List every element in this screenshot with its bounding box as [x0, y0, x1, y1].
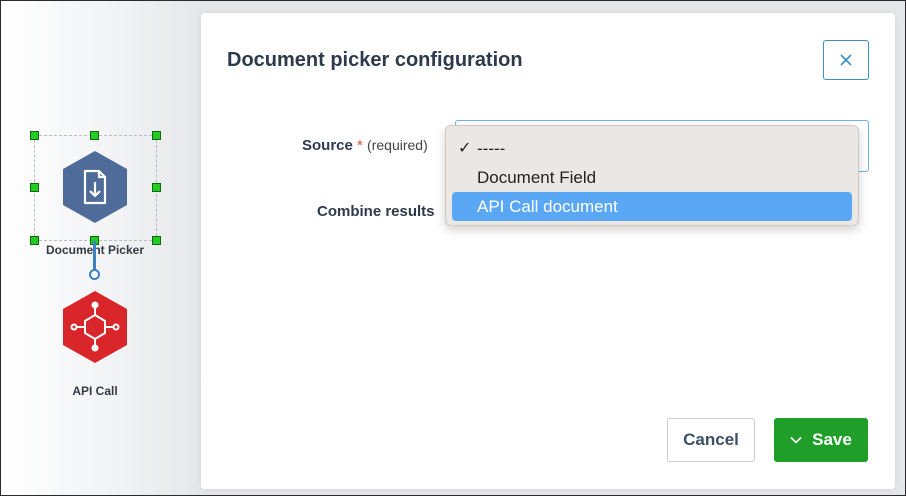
close-button[interactable]	[823, 40, 869, 80]
save-button[interactable]: Save	[774, 418, 868, 462]
dropdown-option-document-field[interactable]: Document Field	[452, 163, 852, 192]
source-label: Source * (required)	[302, 137, 428, 154]
resize-handle-top-left[interactable]	[30, 131, 39, 140]
required-text: (required)	[367, 137, 428, 153]
resize-handle-top[interactable]	[90, 131, 99, 140]
api-call-node[interactable]	[61, 289, 129, 365]
dropdown-option-empty[interactable]: ✓ -----	[452, 134, 852, 163]
node-label-api-call: API Call	[72, 384, 118, 398]
config-dialog: Document picker configuration Source * (…	[201, 13, 895, 489]
app-frame: Document Picker API Call Document picker…	[0, 0, 906, 496]
node-connector	[93, 241, 96, 271]
close-icon	[840, 54, 852, 66]
cancel-button[interactable]: Cancel	[667, 418, 755, 462]
resize-handle-right[interactable]	[152, 183, 161, 192]
document-picker-node[interactable]	[61, 149, 129, 225]
checkmark-icon: ✓	[458, 140, 472, 157]
resize-handle-left[interactable]	[30, 183, 39, 192]
workflow-canvas[interactable]: Document Picker API Call	[1, 1, 201, 495]
save-button-label: Save	[812, 430, 852, 449]
source-dropdown-menu: ✓ ----- Document Field API Call document	[445, 125, 859, 226]
connector-port[interactable]	[89, 269, 100, 280]
resize-handle-top-right[interactable]	[152, 131, 161, 140]
required-marker: *	[357, 137, 363, 154]
combine-results-label: Combine results	[317, 203, 435, 220]
dropdown-option-api-call-document[interactable]: API Call document	[452, 192, 852, 221]
dialog-title: Document picker configuration	[227, 49, 523, 71]
chevron-down-icon	[790, 436, 802, 444]
